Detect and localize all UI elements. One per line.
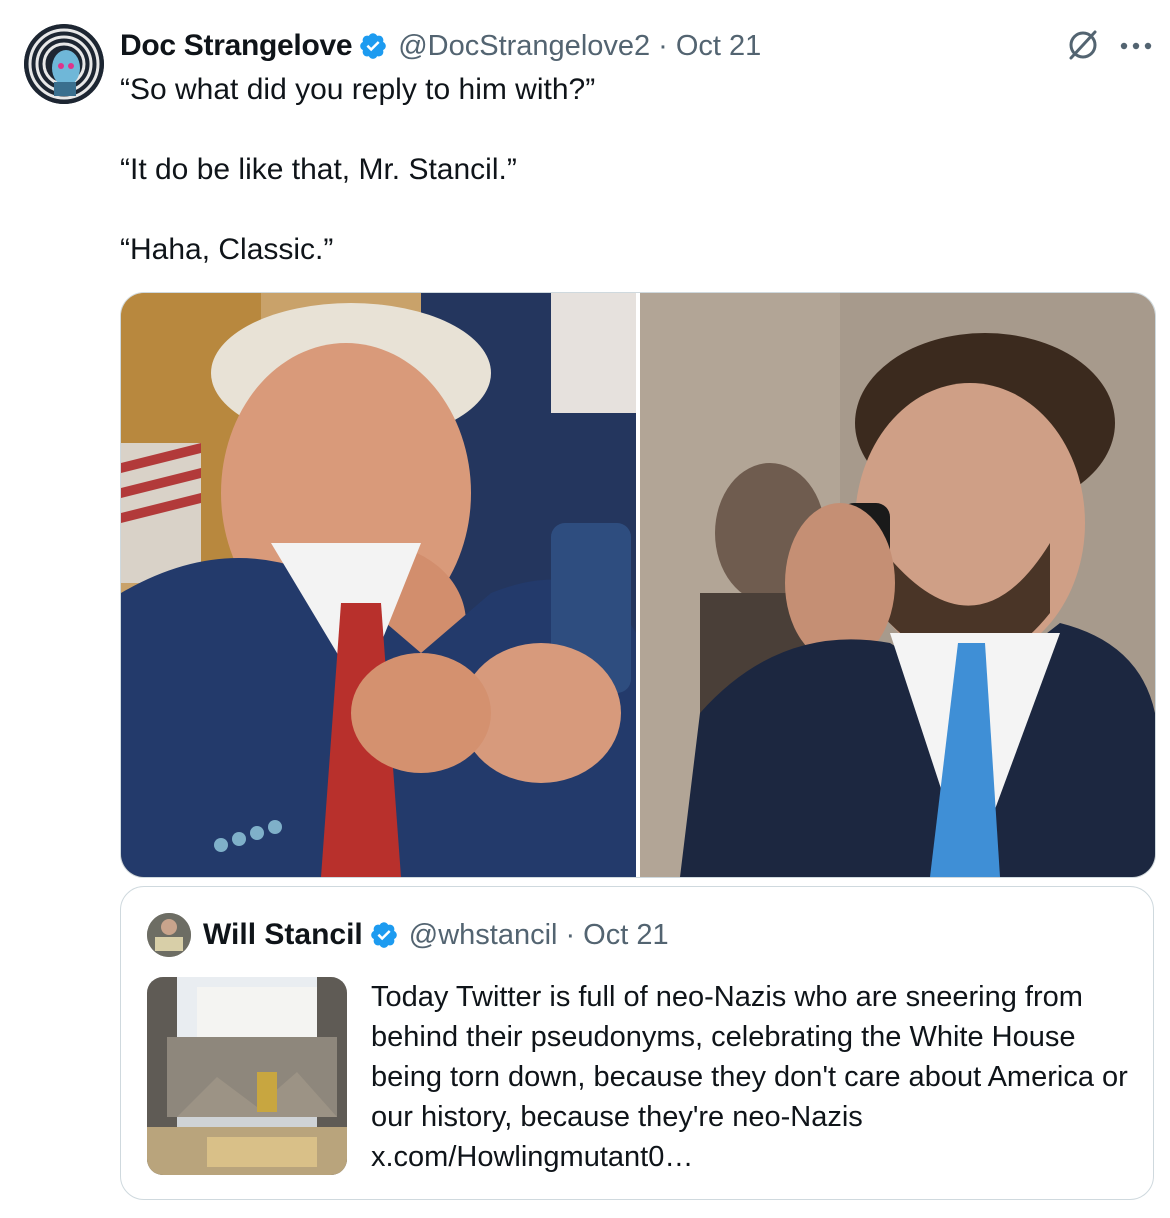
quoted-author-handle[interactable]: @whstancil bbox=[409, 919, 558, 952]
quoted-tweet-text: Today Twitter is full of neo-Nazis who a… bbox=[371, 981, 1128, 1173]
more-options-icon[interactable] bbox=[1118, 40, 1154, 52]
verified-badge-icon bbox=[370, 922, 397, 948]
tweet-text-line: “Haha, Classic.” bbox=[120, 233, 334, 266]
tweet-text: “So what did you reply to him with?” “It… bbox=[120, 70, 1130, 270]
media-photo-right[interactable] bbox=[640, 293, 1155, 877]
tweet-text-line: “It do be like that, Mr. Stancil.” bbox=[120, 153, 517, 186]
tweet-date[interactable]: Oct 21 bbox=[676, 30, 761, 63]
quoted-tweet-thumbnail[interactable] bbox=[147, 977, 347, 1175]
tweet-header: Doc Strangelove @DocStrangelove2 · Oct 2… bbox=[120, 26, 761, 66]
media-photo-left[interactable] bbox=[121, 293, 640, 877]
quoted-author-name[interactable]: Will Stancil bbox=[203, 918, 363, 952]
quoted-tweet[interactable]: Will Stancil @whstancil · Oct 21 Today T… bbox=[120, 886, 1154, 1200]
tweet-text-line: “So what did you reply to him with?” bbox=[120, 73, 596, 106]
tweet-media bbox=[120, 292, 1156, 878]
quoted-tweet-header: Will Stancil @whstancil · Oct 21 bbox=[147, 913, 669, 957]
author-avatar[interactable] bbox=[24, 24, 104, 104]
author-name[interactable]: Doc Strangelove bbox=[120, 29, 353, 63]
separator-dot: · bbox=[658, 29, 668, 62]
quoted-tweet-date[interactable]: Oct 21 bbox=[583, 919, 668, 952]
verified-badge-icon bbox=[360, 33, 387, 59]
author-handle[interactable]: @DocStrangelove2 bbox=[398, 30, 650, 63]
separator-dot: · bbox=[565, 918, 576, 951]
quoted-author-avatar[interactable] bbox=[147, 913, 191, 957]
grok-icon[interactable] bbox=[1064, 26, 1102, 64]
